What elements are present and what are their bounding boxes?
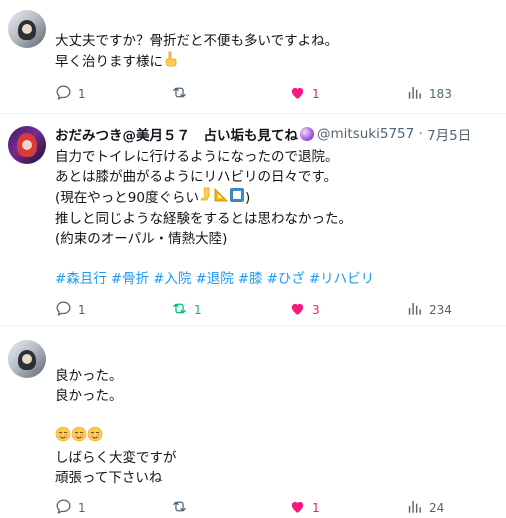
avatar[interactable] (8, 340, 46, 378)
heart-icon (289, 300, 312, 320)
pointing-up-emoji-icon (163, 51, 177, 73)
tweet[interactable]: 良かった。 良かった。 しばらく大変ですが 頑張って下さいね 1 1 24 (0, 326, 506, 518)
tweet-text-line: あとは膝が曲がるようにリハビリの日々です。 (55, 169, 338, 185)
view-count: 183 (429, 87, 452, 101)
tweet-actions: 1 1 24 (55, 498, 496, 518)
tweet-text: 大丈夫ですか？骨折だと不便も多いですよね。 早く治ります様に (55, 31, 498, 73)
hashtag-link[interactable]: #骨折 (111, 271, 149, 287)
tweet-text-line: 頑張って下さいね (55, 470, 163, 486)
view-count: 24 (429, 501, 445, 515)
like-button[interactable]: 3 (289, 300, 320, 320)
retweet-icon (171, 300, 194, 320)
reply-icon (55, 498, 78, 518)
tweet-text-line: 良かった。 (55, 388, 123, 404)
tweet-text-line: 大丈夫ですか？骨折だと不便も多いですよね。 (55, 33, 339, 49)
hashtag-link[interactable]: #リハビリ (309, 271, 374, 287)
retweet-icon (171, 498, 194, 518)
tweet-text: 自力でトイレに行けるようになったので退院。 あとは膝が曲がるようにリハビリの日々… (55, 147, 498, 289)
smiling-face-emoji-icon (87, 426, 103, 448)
reply-icon (55, 84, 78, 104)
tweet[interactable]: 大丈夫ですか？骨折だと不便も多いですよね。 早く治ります様に 1 1 183 (0, 0, 506, 114)
reply-count: 1 (78, 303, 86, 317)
separator-dot: · (414, 126, 428, 142)
tweet-text: 良かった。 良かった。 しばらく大変ですが 頑張って下さいね (55, 366, 498, 488)
heart-icon (289, 84, 312, 104)
views-button[interactable]: 183 (406, 84, 452, 104)
reply-icon (55, 300, 78, 320)
avatar[interactable] (8, 10, 46, 48)
bar-chart-icon (406, 84, 429, 104)
retweet-button[interactable] (171, 84, 194, 104)
like-button[interactable]: 1 (289, 84, 320, 104)
reply-button[interactable]: 1 (55, 84, 86, 104)
reply-button[interactable]: 1 (55, 498, 86, 518)
tweet-text-line: (現在やっと90度ぐらい ) (55, 187, 498, 209)
retweet-count: 1 (194, 303, 202, 317)
reply-count: 1 (78, 501, 86, 515)
tweet-text-line: (約束のオーパル・情熱大陸) (55, 231, 228, 247)
bar-chart-icon (406, 300, 429, 320)
hashtag-link[interactable]: #森且行 (55, 271, 107, 287)
tweet-text-line: 良かった。 (55, 368, 123, 384)
view-count: 234 (429, 303, 452, 317)
like-button[interactable]: 1 (289, 498, 320, 518)
avatar[interactable] (8, 126, 46, 164)
hashtag-link[interactable]: #膝 (238, 271, 263, 287)
user-handle[interactable]: @mitsuki5757 (317, 126, 414, 142)
leg-emoji-icon (199, 187, 213, 209)
tweet-text-line: 自力でトイレに行けるようになったので退院。 (55, 149, 339, 165)
tweet-header: おだみつき@美月５７ 占い垢も見てね @mitsuki5757 · 7月5日 (55, 124, 471, 144)
triangular-ruler-emoji-icon (213, 187, 229, 209)
emoji-row (55, 426, 498, 448)
reply-count: 1 (78, 87, 86, 101)
crystal-ball-icon (300, 127, 314, 141)
tweet[interactable]: おだみつき@美月５７ 占い垢も見てね @mitsuki5757 · 7月5日 自… (0, 114, 506, 326)
like-count: 1 (312, 501, 320, 515)
tweet-text-line: 早く治ります様に (55, 51, 498, 73)
hashtag-list: #森且行 #骨折 #入院 #退院 #膝 #ひざ #リハビリ (55, 269, 498, 289)
heart-icon (289, 498, 312, 518)
views-button[interactable]: 234 (406, 300, 452, 320)
smiling-face-emoji-icon (71, 426, 87, 448)
like-count: 1 (312, 87, 320, 101)
square-emoji-icon (229, 187, 245, 209)
tweet-actions: 1 1 3 234 (55, 300, 496, 320)
views-button[interactable]: 24 (406, 498, 444, 518)
tweet-text-line: しばらく大変ですが (55, 450, 177, 466)
reply-button[interactable]: 1 (55, 300, 86, 320)
hashtag-link[interactable]: #退院 (195, 271, 233, 287)
hashtag-link[interactable]: #入院 (153, 271, 191, 287)
hashtag-link[interactable]: #ひざ (267, 271, 305, 287)
like-count: 3 (312, 303, 320, 317)
tweet-actions: 1 1 183 (55, 84, 496, 104)
retweet-icon (171, 84, 194, 104)
smiling-face-emoji-icon (55, 426, 71, 448)
retweet-button[interactable] (171, 498, 194, 518)
display-name[interactable]: おだみつき@美月５７ 占い垢も見てね (55, 124, 298, 144)
bar-chart-icon (406, 498, 429, 518)
tweet-text-line: 推しと同じような経験をするとは思わなかった。 (55, 211, 352, 227)
tweet-date[interactable]: 7月5日 (427, 124, 471, 144)
retweet-button[interactable]: 1 (171, 300, 202, 320)
